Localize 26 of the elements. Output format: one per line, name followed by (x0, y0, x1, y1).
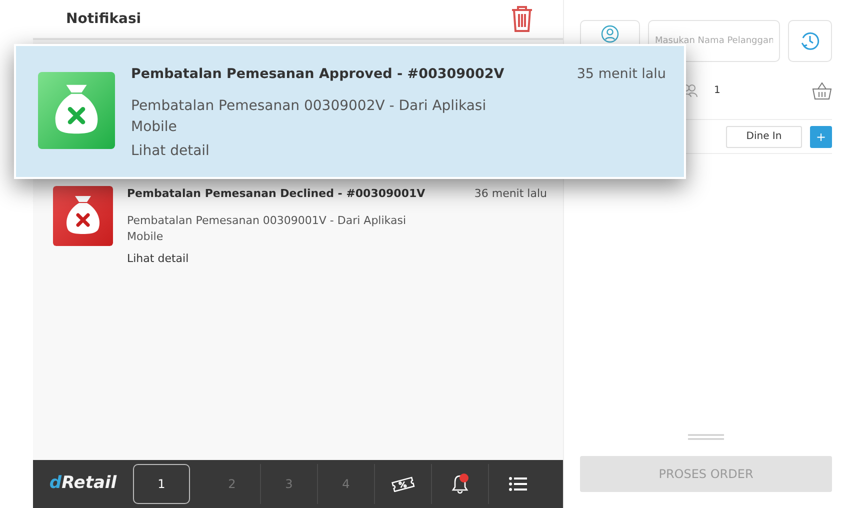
add-button[interactable]: + (810, 126, 832, 148)
highlighted-notification-card[interactable]: Pembatalan Pemesanan Approved - #00309002V 35 menit lalu Pembatalan Pemesanan 00309002V - Dari Aplikasi Mobile Lihat detail (14, 44, 686, 179)
detail-link[interactable]: Lihat detail (127, 252, 189, 264)
order-tab[interactable]: 1 (133, 464, 190, 504)
app-logo: dRetail (48, 472, 118, 496)
history-button[interactable] (788, 20, 832, 62)
discount-ticket-icon[interactable] (391, 476, 415, 492)
guest-count: 1 (714, 84, 720, 98)
money-bag-cross-icon (53, 186, 113, 246)
drag-handle-icon[interactable] (688, 434, 724, 440)
notification-item[interactable]: Pembatalan Pemesanan Declined - #00309001V 36 menit lalu Pembatalan Pemesanan 00309001V - Dari Aplikasi Mobile Lihat detail (33, 180, 563, 276)
menu-icon[interactable] (508, 477, 526, 491)
money-bag-cross-icon (38, 72, 115, 149)
user-icon (601, 25, 619, 43)
notification-message: Pembatalan Pemesanan 00309002V - Dari Aplikasi Mobile (131, 97, 488, 138)
clock-icon (800, 31, 820, 51)
notification-message: Pembatalan Pemesanan 00309001V - Dari Aplikasi Mobile (127, 212, 407, 244)
basket-icon[interactable] (812, 82, 832, 100)
notification-time: 35 menit lalu (576, 65, 666, 84)
notification-title: Pembatalan Pemesanan Approved - #00309002V (131, 65, 504, 84)
order-type-button[interactable]: Dine In (726, 126, 802, 148)
notification-title: Pembatalan Pemesanan Declined - #00309001V (127, 186, 426, 202)
notification-time: 36 menit lalu (474, 186, 547, 202)
trash-icon[interactable] (511, 5, 533, 33)
detail-link[interactable]: Lihat detail (131, 143, 210, 160)
panel-title: Notifikasi (66, 10, 142, 28)
